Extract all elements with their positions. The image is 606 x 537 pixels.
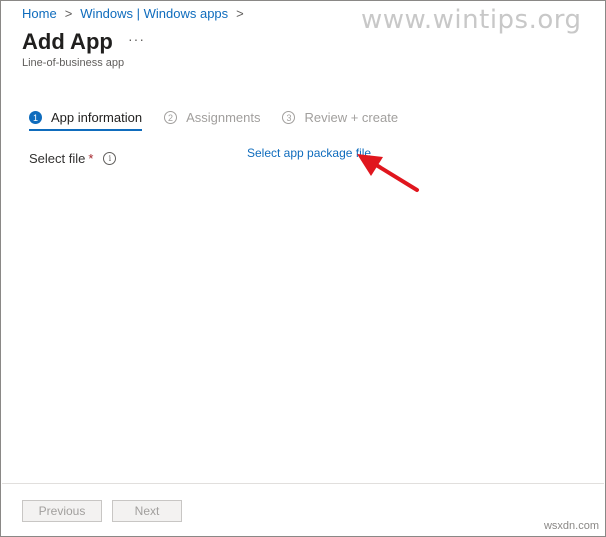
footer-divider bbox=[2, 483, 604, 484]
app-window: Home > Windows | Windows apps > www.wint… bbox=[0, 0, 606, 537]
breadcrumb-windows-apps[interactable]: Windows | Windows apps bbox=[80, 6, 228, 21]
step-label: Assignments bbox=[186, 110, 261, 125]
wizard-steps: 1 App information 2 Assignments 3 Review… bbox=[29, 110, 420, 131]
red-arrow-annotation-icon bbox=[357, 154, 419, 192]
select-file-field-label: Select file * i bbox=[29, 151, 117, 166]
chevron-right-icon: > bbox=[64, 6, 73, 21]
breadcrumb-home[interactable]: Home bbox=[22, 6, 57, 21]
step-number-badge: 3 bbox=[282, 111, 296, 124]
step-label: Review + create bbox=[304, 110, 399, 125]
step-number-badge: 1 bbox=[29, 111, 42, 124]
page-title: Add App bbox=[22, 29, 113, 54]
select-file-label-text: Select file bbox=[29, 151, 86, 166]
tab-review-create[interactable]: 3 Review + create bbox=[282, 110, 398, 131]
previous-button[interactable]: Previous bbox=[22, 500, 102, 522]
breadcrumb: Home > Windows | Windows apps > bbox=[22, 6, 252, 21]
page-subtitle: Line-of-business app bbox=[22, 57, 125, 69]
chevron-right-icon: > bbox=[236, 6, 244, 21]
step-number-badge: 2 bbox=[164, 111, 178, 124]
tab-assignments[interactable]: 2 Assignments bbox=[164, 110, 260, 131]
more-options-icon[interactable]: ··· bbox=[128, 31, 145, 47]
watermark-top: www.wintips.org bbox=[361, 5, 582, 35]
required-asterisk: * bbox=[88, 151, 94, 166]
tab-app-information[interactable]: 1 App information bbox=[29, 110, 143, 131]
step-label: App information bbox=[51, 110, 143, 125]
watermark-bottom: wsxdn.com bbox=[543, 520, 599, 532]
next-button[interactable]: Next bbox=[112, 500, 182, 522]
info-icon[interactable]: i bbox=[103, 152, 117, 165]
